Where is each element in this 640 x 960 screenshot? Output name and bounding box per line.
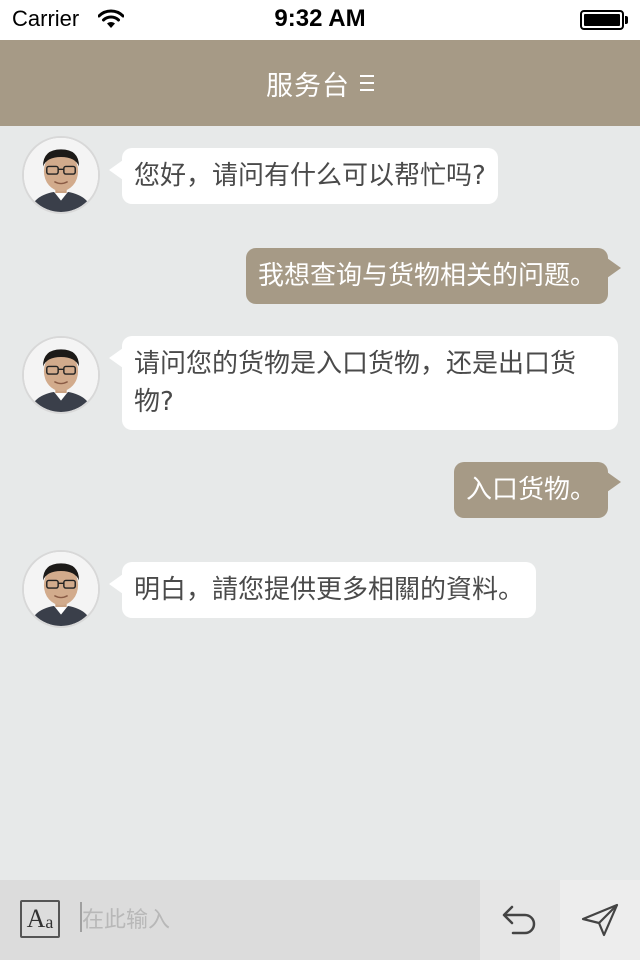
undo-icon [502, 905, 536, 935]
message-text: 请问您的货物是入口货物，还是出口货物? [134, 349, 577, 417]
message-text: 您好，请问有什么可以帮忙吗? [134, 161, 486, 191]
message-bubble-incoming[interactable]: 明白，請您提供更多相關的資料。 [108, 562, 537, 618]
send-button[interactable] [560, 880, 640, 960]
input-bar: Aa [0, 880, 640, 960]
agent-avatar[interactable] [22, 136, 100, 214]
menu-icon[interactable] [360, 75, 374, 91]
agent-avatar[interactable] [22, 336, 100, 414]
message-bubble-outgoing[interactable]: 我想查询与货物相关的问题。 [245, 248, 622, 304]
nav-bar: 服务台 [0, 40, 640, 126]
message-text: 我想查询与货物相关的问题。 [257, 261, 596, 291]
undo-button[interactable] [480, 880, 560, 960]
status-time: 9:32 AM [274, 5, 366, 32]
message-input[interactable] [78, 900, 458, 940]
send-icon [581, 903, 619, 937]
battery-icon [580, 10, 628, 30]
font-size-icon[interactable]: Aa [20, 900, 60, 938]
page-title: 服务台 [266, 70, 350, 102]
status-bar: Carrier 9:32 AM [0, 0, 640, 40]
message-text: 明白，請您提供更多相關的資料。 [134, 575, 525, 605]
message-bubble-incoming[interactable]: 您好，请问有什么可以帮忙吗? [109, 148, 498, 204]
agent-avatar[interactable] [22, 550, 100, 628]
message-bubble-incoming[interactable]: 请问您的货物是入口货物，还是出口货物? [109, 336, 618, 430]
chat-area[interactable]: 您好，请问有什么可以帮忙吗? 我想查询与货物相关的问题。 请问您的货物是入口货物… [0, 126, 640, 880]
input-area: Aa [0, 880, 480, 960]
message-bubble-outgoing[interactable]: 入口货物。 [453, 462, 622, 518]
message-text: 入口货物。 [465, 475, 596, 505]
